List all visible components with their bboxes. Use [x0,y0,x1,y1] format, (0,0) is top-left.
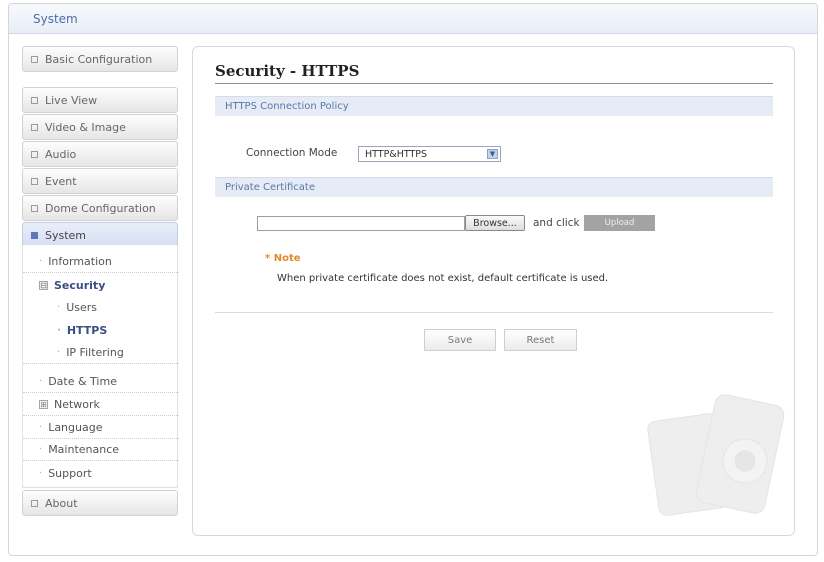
dot-icon: · [39,444,43,455]
section-https-connection-policy: HTTPS Connection Policy [215,96,773,116]
title-divider [215,83,773,84]
subnav-ip-filtering[interactable]: · IP Filtering [23,342,179,364]
square-bullet-icon [31,123,38,131]
square-bullet-icon [31,55,38,63]
page-header-title: System [33,12,78,26]
subnav-maintenance[interactable]: · Maintenance [23,439,179,461]
nav-label: Audio [45,147,77,161]
subnav-users[interactable]: · Users [23,296,179,318]
chevron-down-icon: ▼ [487,149,498,159]
save-button[interactable]: Save [424,329,496,351]
nav-label: Video & Image [45,120,126,134]
connection-mode-select[interactable]: HTTP&HTTPS ▼ [358,146,501,162]
content-panel: Security - HTTPS HTTPS Connection Policy… [192,46,795,536]
nav-dome-configuration[interactable]: Dome Configuration [22,195,178,221]
nav-live-view[interactable]: Live View [22,87,178,113]
dot-icon: · [39,376,43,387]
subnav-https[interactable]: · HTTPS [23,319,179,341]
nav-audio[interactable]: Audio [22,141,178,167]
note-text: When private certificate does not exist,… [277,273,609,284]
subnav-label: Information [48,255,112,268]
nav-basic-configuration[interactable]: Basic Configuration [22,46,178,72]
dot-icon: · [57,301,61,313]
nav-label: About [45,496,78,510]
top-bar: System [9,4,817,34]
form-divider [215,312,773,313]
subnav-network[interactable]: ⊞ Network [23,394,179,416]
dot-icon: · [39,422,43,433]
square-bullet-icon [31,231,38,239]
nav-label: Dome Configuration [45,201,156,215]
connection-mode-value: HTTP&HTTPS [365,148,428,160]
nav-video-image[interactable]: Video & Image [22,114,178,140]
nav-label: Event [45,174,77,188]
subnav-label: Date & Time [48,375,117,388]
collapse-icon: ⊟ [39,280,48,290]
reset-button[interactable]: Reset [504,329,577,351]
subnav-date-time[interactable]: · Date & Time [23,371,179,393]
page-title: Security - HTTPS [215,62,360,80]
section-private-certificate: Private Certificate [215,177,773,197]
subnav-label: HTTPS [66,323,108,337]
expand-icon: ⊞ [39,400,48,409]
subnav-language[interactable]: · Language [23,417,179,439]
square-bullet-icon [31,204,38,212]
subnav-label: Language [48,421,103,434]
nav-event[interactable]: Event [22,168,178,194]
subnav-label: Security [54,278,106,292]
nav-label: Live View [45,93,98,107]
system-subnav: · Information ⊟ Security · Users · HTTPS… [22,245,179,488]
subnav-information[interactable]: · Information [23,251,179,273]
note-title: * Note [265,253,301,264]
nav-about[interactable]: About [22,490,178,516]
subnav-label: Users [66,300,97,314]
and-click-text: and click [533,217,580,229]
subnav-label: Maintenance [48,443,120,456]
subnav-support[interactable]: · Support [23,462,179,484]
certificate-file-input[interactable] [257,216,465,231]
camera-watermark-icon [647,394,785,516]
square-bullet-icon [31,96,38,104]
square-bullet-icon [31,177,38,185]
square-bullet-icon [31,499,38,507]
nav-label: Basic Configuration [45,52,153,66]
browse-button[interactable]: Browse... [465,215,525,231]
nav-label: System [45,228,87,242]
connection-mode-label: Connection Mode [246,147,338,159]
subnav-security[interactable]: ⊟ Security [23,274,179,296]
square-bullet-icon [31,150,38,158]
upload-button[interactable]: Upload [584,215,655,231]
subnav-label: Support [48,466,92,480]
dot-icon: · [57,347,61,358]
subnav-label: IP Filtering [66,346,124,359]
dot-icon: · [57,324,61,336]
dot-icon: · [39,256,43,267]
dot-icon: · [39,467,43,479]
subnav-label: Network [54,398,100,411]
